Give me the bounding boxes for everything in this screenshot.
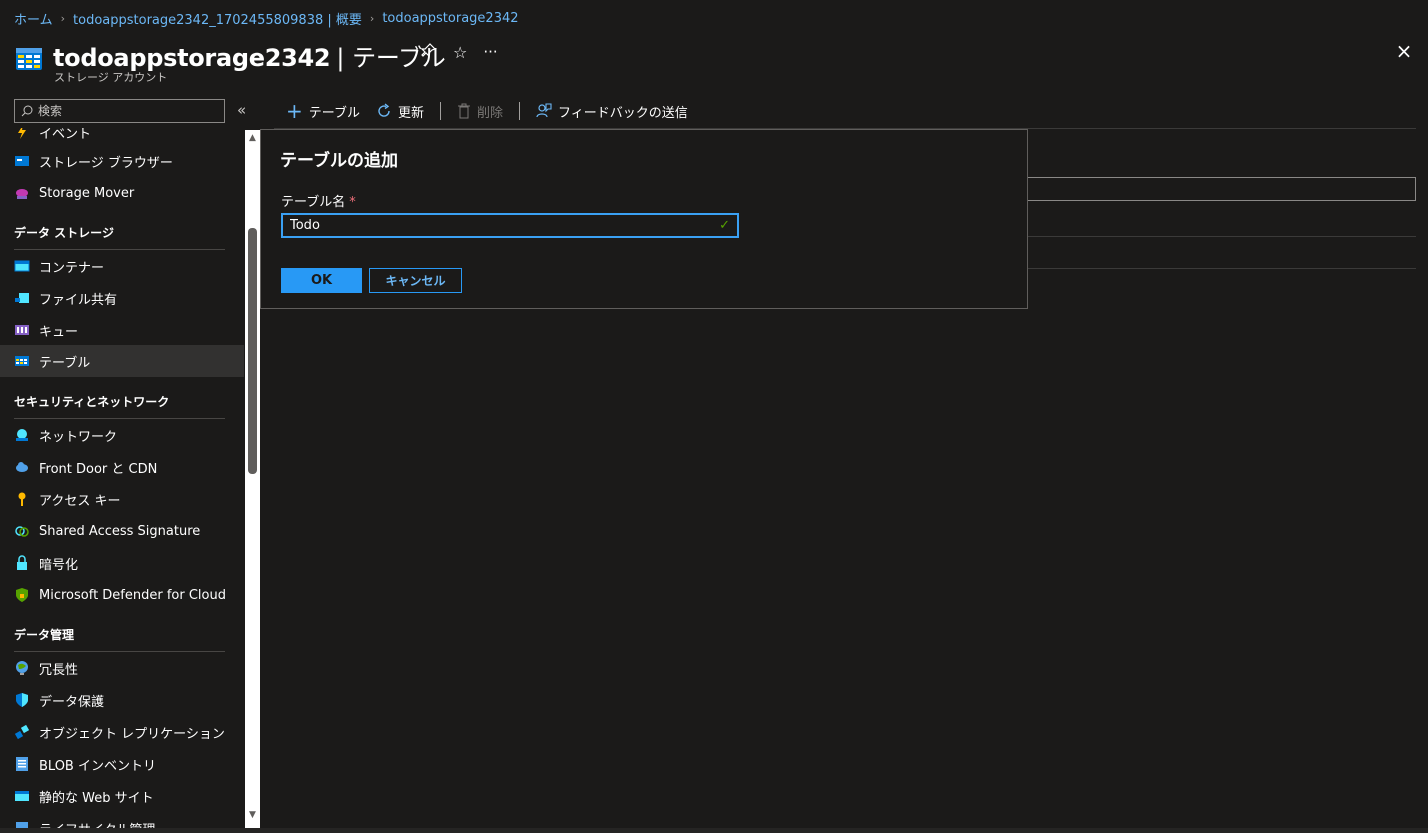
- section-data-storage: データ ストレージ: [14, 224, 225, 250]
- file-share-icon: [14, 290, 30, 306]
- table-storage-icon: [16, 48, 42, 70]
- sidebar-item-defender[interactable]: Microsoft Defender for Cloud: [0, 579, 244, 611]
- command-bar: + テーブル 更新 削除 フィードバックの送信: [286, 99, 704, 123]
- replication-icon: [14, 724, 30, 740]
- globe-icon: [14, 660, 30, 676]
- table-row-divider: [1026, 268, 1416, 269]
- sidebar-item-file-shares[interactable]: ファイル共有: [0, 282, 244, 314]
- section-data-management: データ管理: [14, 626, 225, 652]
- breadcrumb-overview[interactable]: todoappstorage2342_1702455809838 | 概要: [73, 9, 362, 28]
- cancel-button[interactable]: キャンセル: [369, 268, 462, 293]
- refresh-button[interactable]: 更新: [376, 102, 424, 121]
- section-security-network: セキュリティとネットワーク: [14, 393, 225, 419]
- bottom-edge: [0, 828, 1428, 833]
- storage-browser-icon: [14, 153, 30, 169]
- search-input[interactable]: [38, 104, 208, 118]
- pin-icon[interactable]: [420, 42, 437, 62]
- ok-button[interactable]: OK: [281, 268, 362, 293]
- cloud-icon: [14, 459, 30, 475]
- dialog-title: テーブルの追加: [280, 151, 398, 171]
- page-subtitle: ストレージ アカウント: [54, 71, 168, 84]
- required-mark: *: [349, 195, 356, 210]
- key-icon: [14, 491, 30, 507]
- toolbar-divider: [519, 102, 521, 120]
- sidebar-item-containers[interactable]: コンテナー: [0, 250, 244, 282]
- breadcrumb: ホーム › todoappstorage2342_1702455809838 |…: [14, 9, 519, 28]
- queue-icon: [14, 322, 30, 338]
- star-icon[interactable]: ☆: [453, 43, 467, 62]
- website-icon: [14, 788, 30, 804]
- scrollbar-thumb[interactable]: [248, 228, 257, 474]
- delete-button[interactable]: 削除: [457, 102, 503, 121]
- chevron-right-icon: ›: [60, 12, 66, 25]
- network-icon: [14, 427, 30, 443]
- sidebar-item-network[interactable]: ネットワーク: [0, 419, 244, 451]
- table-name-field[interactable]: ✓: [281, 213, 739, 238]
- background-filter-input[interactable]: [1026, 177, 1416, 201]
- scroll-up-icon[interactable]: ▲: [247, 133, 258, 143]
- sidebar-item-static-website[interactable]: 静的な Web サイト: [0, 780, 244, 812]
- sidebar-item-queues[interactable]: キュー: [0, 314, 244, 346]
- inventory-icon: [14, 756, 30, 772]
- table-icon: [14, 353, 30, 369]
- search-icon: [21, 105, 33, 117]
- header-actions: ☆ ···: [420, 42, 498, 62]
- collapse-sidebar-icon[interactable]: «: [237, 101, 246, 119]
- sidebar-search[interactable]: [14, 99, 225, 123]
- lock-icon: [14, 555, 30, 571]
- sidebar-item-sas[interactable]: Shared Access Signature: [0, 515, 244, 547]
- sidebar-item-access-keys[interactable]: アクセス キー: [0, 483, 244, 515]
- page-title: todoappstorage2342 | テーブル: [53, 44, 446, 72]
- sidebar-item-front-door[interactable]: Front Door と CDN: [0, 451, 244, 483]
- chevron-right-icon: ›: [369, 12, 375, 25]
- checkmark-icon: ✓: [719, 218, 730, 233]
- sidebar-item-storage-browser[interactable]: ストレージ ブラウザー: [0, 145, 244, 177]
- container-icon: [14, 258, 30, 274]
- table-name-label: テーブル名 *: [281, 195, 356, 210]
- sidebar-item-blob-inventory[interactable]: BLOB インベントリ: [0, 748, 244, 780]
- events-icon: [14, 128, 30, 140]
- feedback-icon: [536, 103, 552, 118]
- scroll-down-icon[interactable]: ▼: [247, 810, 258, 820]
- page-header: todoappstorage2342 | テーブル ストレージ アカウント ☆ ··…: [14, 36, 1414, 86]
- add-table-dialog: テーブルの追加 テーブル名* ✓ OK キャンセル: [260, 129, 1028, 309]
- close-icon[interactable]: ×: [1394, 41, 1414, 61]
- sidebar-item-tables[interactable]: テーブル: [0, 345, 244, 377]
- sidebar: イベント ストレージ ブラウザー Storage Mover データ ストレージ…: [0, 128, 244, 833]
- more-icon[interactable]: ···: [483, 43, 497, 61]
- trash-icon: [458, 103, 471, 119]
- table-header-divider: [1026, 236, 1416, 237]
- toolbar-divider: [440, 102, 442, 120]
- sidebar-item-encryption[interactable]: 暗号化: [0, 547, 244, 579]
- breadcrumb-current[interactable]: todoappstorage2342: [382, 11, 518, 26]
- storage-mover-icon: [14, 185, 30, 201]
- breadcrumb-home[interactable]: ホーム: [14, 9, 53, 28]
- link-icon: [14, 523, 30, 539]
- refresh-icon: [378, 103, 390, 117]
- data-protection-icon: [14, 692, 30, 708]
- shield-icon: [14, 587, 30, 603]
- table-name-input[interactable]: [290, 218, 720, 233]
- sidebar-item-redundancy[interactable]: 冗長性: [0, 652, 244, 684]
- add-table-button[interactable]: + テーブル: [286, 99, 360, 123]
- feedback-button[interactable]: フィードバックの送信: [536, 102, 688, 121]
- sidebar-item-object-replication[interactable]: オブジェクト レプリケーション: [0, 716, 244, 748]
- plus-icon: +: [286, 99, 303, 123]
- sidebar-item-storage-mover[interactable]: Storage Mover: [0, 177, 244, 209]
- sidebar-item-data-protection[interactable]: データ保護: [0, 684, 244, 716]
